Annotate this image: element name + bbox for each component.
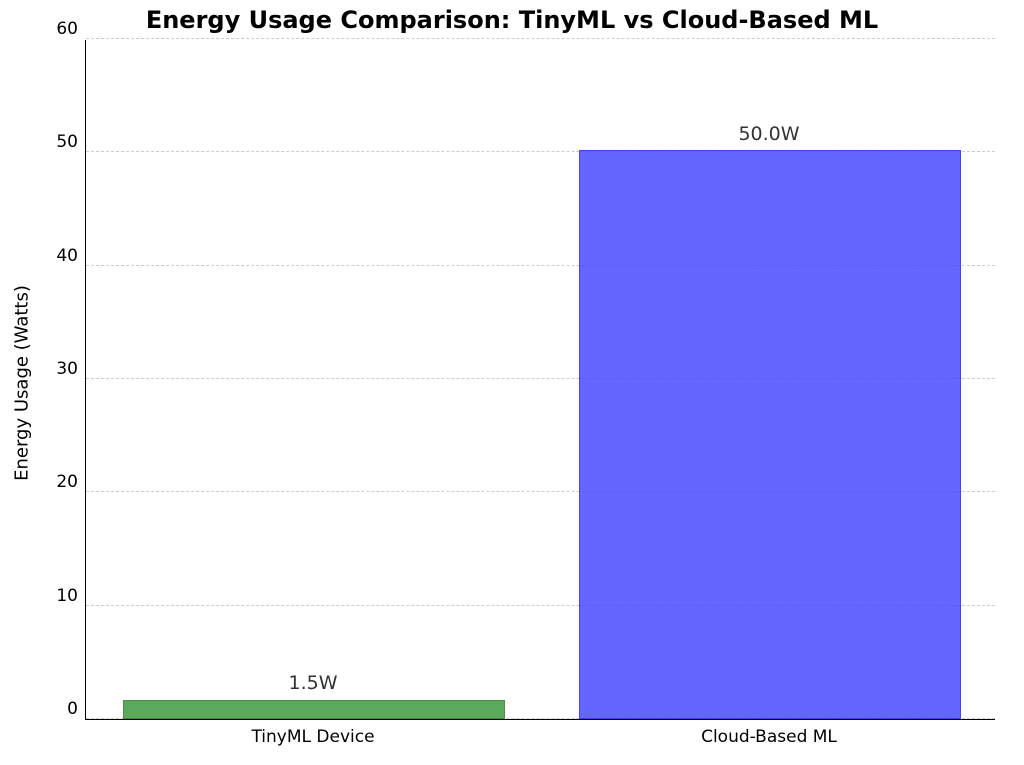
y-tick-20: 20 — [56, 472, 86, 492]
x-tick-tinyml: TinyML Device — [251, 719, 374, 747]
y-tick-50: 50 — [56, 132, 86, 152]
y-tick-60: 60 — [56, 19, 86, 39]
y-tick-10: 10 — [56, 586, 86, 606]
plot-area: 0 10 20 30 40 50 60 1.5W 50.0W TinyML De… — [85, 40, 995, 720]
chart-title: Energy Usage Comparison: TinyML vs Cloud… — [0, 6, 1024, 34]
bar-label-cloud: 50.0W — [738, 123, 799, 145]
y-tick-0: 0 — [67, 699, 86, 719]
y-tick-40: 40 — [56, 246, 86, 266]
x-tick-cloud: Cloud-Based ML — [701, 719, 837, 747]
bar-label-tinyml: 1.5W — [288, 672, 337, 694]
y-axis-label: Energy Usage (Watts) — [12, 285, 33, 481]
bar-tinyml — [123, 700, 505, 719]
bar-cloud — [579, 150, 961, 719]
chart-figure: Energy Usage Comparison: TinyML vs Cloud… — [0, 0, 1024, 765]
y-tick-30: 30 — [56, 359, 86, 379]
